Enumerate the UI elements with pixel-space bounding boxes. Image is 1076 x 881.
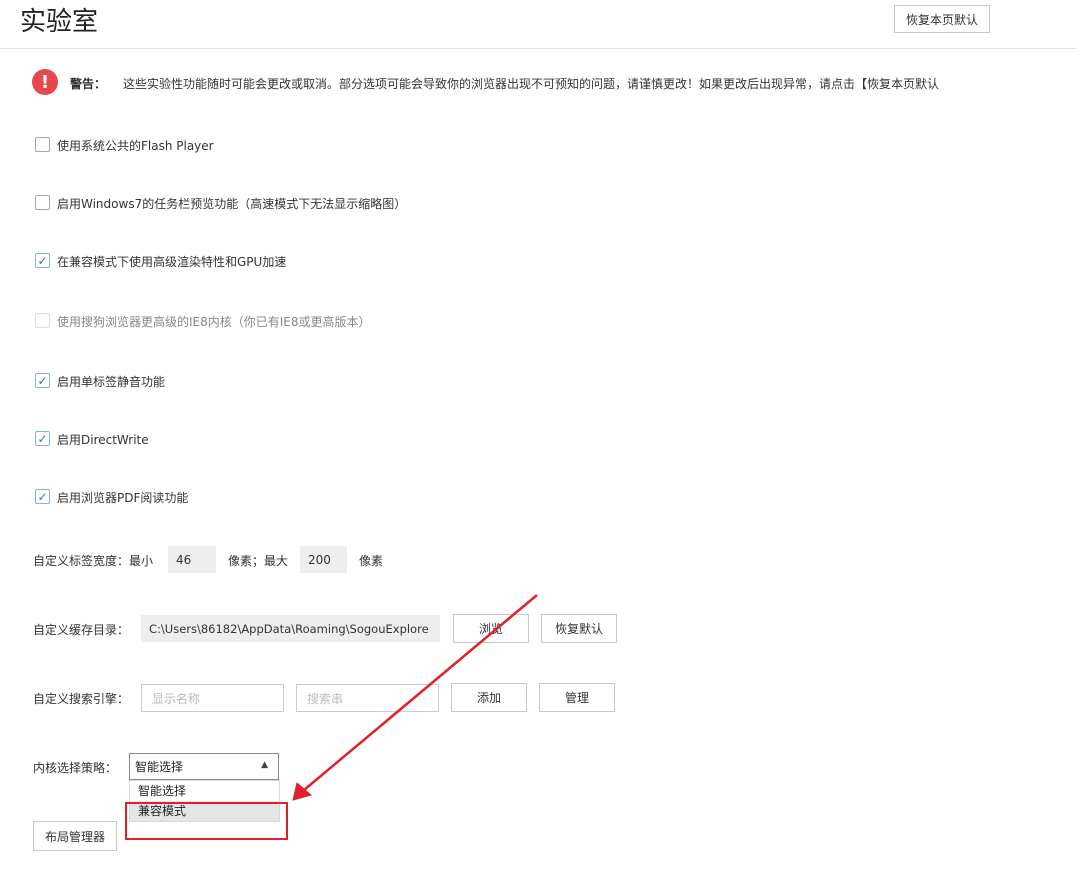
annotation-arrow <box>292 594 538 801</box>
arrow-shaft <box>303 594 538 791</box>
